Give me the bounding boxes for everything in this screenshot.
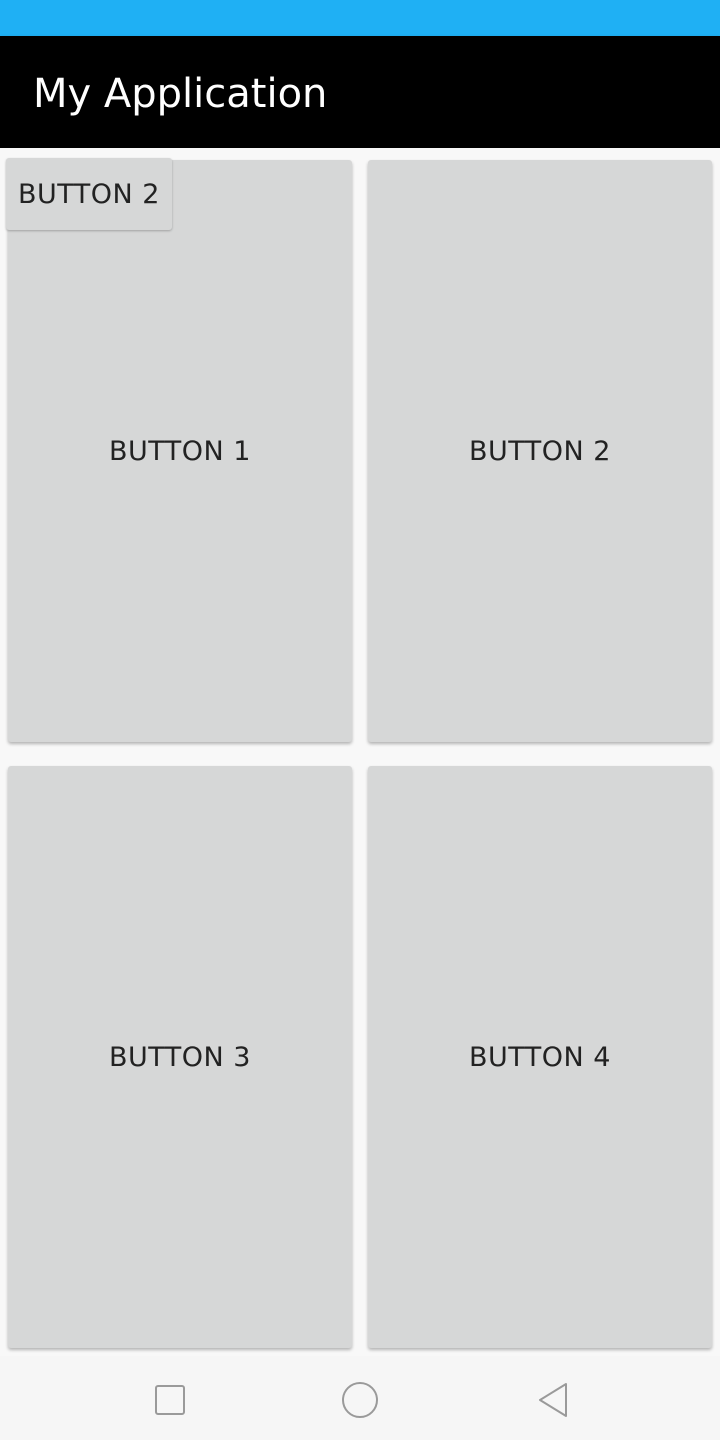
button-1[interactable]: BUTTON 1: [8, 160, 352, 742]
home-button[interactable]: [338, 1378, 382, 1422]
triangle-back-icon: [539, 1383, 567, 1417]
content-area: BUTTON 1 BUTTON 2 BUTTON 3 BUTTON 4 BUTT…: [0, 148, 720, 1356]
navigation-bar: [0, 1356, 720, 1440]
button-1-label: BUTTON 1: [108, 435, 251, 467]
button-4[interactable]: BUTTON 4: [368, 766, 712, 1348]
button-4-label: BUTTON 4: [468, 1041, 611, 1073]
back-button[interactable]: [532, 1378, 576, 1422]
app-title: My Application: [33, 71, 328, 117]
button-3[interactable]: BUTTON 3: [8, 766, 352, 1348]
recents-button[interactable]: [148, 1378, 192, 1422]
square-recents-icon: [155, 1385, 185, 1415]
app-bar: My Application: [0, 36, 720, 148]
circle-home-icon: [342, 1382, 378, 1418]
status-bar: [0, 0, 720, 36]
overlay-button-2[interactable]: BUTTON 2: [6, 158, 172, 230]
button-2-label: BUTTON 2: [468, 435, 611, 467]
button-2[interactable]: BUTTON 2: [368, 160, 712, 742]
overlay-button-label: BUTTON 2: [17, 178, 160, 210]
button-3-label: BUTTON 3: [108, 1041, 251, 1073]
